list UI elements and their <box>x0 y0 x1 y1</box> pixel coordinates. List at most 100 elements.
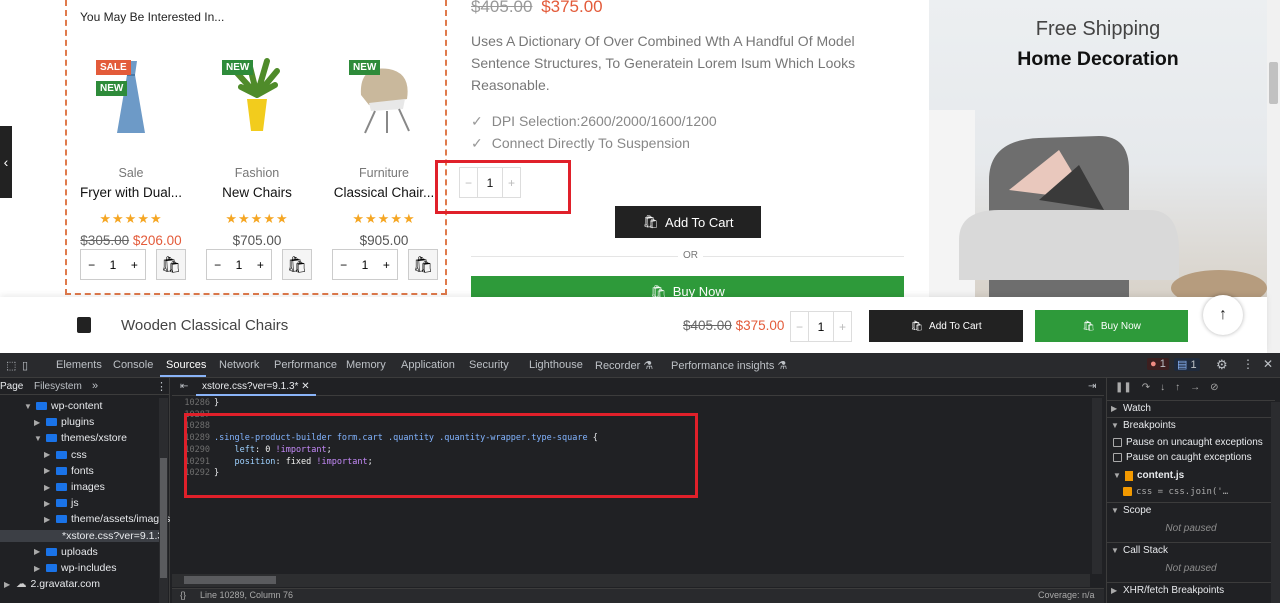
plus-icon[interactable]: + <box>834 320 851 334</box>
tree-item[interactable]: ▶ plugins <box>34 416 94 428</box>
tab-network[interactable]: Network <box>219 359 259 371</box>
product-image[interactable] <box>76 50 186 140</box>
tab-performance-insights[interactable]: Performance insights ⚗ <box>671 359 787 372</box>
deactivate-breakpoints-icon[interactable]: ⊘ <box>1210 382 1218 393</box>
page-scrollbar[interactable] <box>1267 0 1280 353</box>
tree-item[interactable]: ▶ css <box>44 449 87 461</box>
xhr-breakpoints-section[interactable]: ▶ XHR/fetch Breakpoints <box>1107 582 1275 598</box>
caret-right-icon[interactable]: ▶ <box>34 418 42 427</box>
tree-item[interactable]: ▶ theme/assets/images <box>44 513 170 525</box>
toggle-debugger-icon[interactable]: ⇥ <box>1088 381 1096 392</box>
inspect-icon[interactable]: ⬚ <box>6 359 16 372</box>
toggle-navigator-icon[interactable]: ⇤ <box>180 381 188 392</box>
add-to-cart-button[interactable]: 🛍 <box>408 249 438 280</box>
product-name[interactable]: New Chairs <box>202 185 312 200</box>
editor-tab-xstore-css[interactable]: xstore.css?ver=9.1.3* ✕ <box>196 378 316 396</box>
quantity-value[interactable]: 1 <box>808 312 834 341</box>
tree-item[interactable]: ▶ wp-includes <box>34 562 116 574</box>
checkbox[interactable] <box>1123 487 1132 496</box>
tab-console[interactable]: Console <box>113 359 153 371</box>
tab-elements[interactable]: Elements <box>56 359 102 371</box>
tab-performance[interactable]: Performance <box>274 359 337 371</box>
tab-page[interactable]: Page <box>0 381 23 392</box>
scope-section[interactable]: ▼ Scope <box>1107 502 1275 518</box>
add-to-cart-button[interactable]: 🛍 <box>282 249 312 280</box>
plus-icon[interactable]: + <box>376 258 397 272</box>
product-image[interactable] <box>202 50 312 140</box>
product-name[interactable]: Classical Chair... <box>329 185 439 200</box>
caret-right-icon[interactable]: ▶ <box>34 564 42 573</box>
editor-hscrollbar-thumb[interactable] <box>184 576 276 584</box>
caret-right-icon[interactable]: ▶ <box>34 547 42 556</box>
product-card[interactable]: NEW Furniture Classical Chair... ★★★★★ $… <box>329 50 439 248</box>
editor-hscrollbar[interactable] <box>172 574 1090 587</box>
breakpoints-section[interactable]: ▼ Breakpoints <box>1107 417 1275 433</box>
add-to-cart-button[interactable]: 🛍 Add To Cart <box>615 206 761 238</box>
breakpoint-file[interactable]: ▼ content.js <box>1113 470 1280 481</box>
product-category[interactable]: Fashion <box>202 166 312 180</box>
product-card[interactable]: SALE NEW Sale Fryer with Dual... ★★★★★ $… <box>76 50 186 248</box>
caret-right-icon[interactable]: ▶ <box>4 580 12 589</box>
quantity-value[interactable]: 1 <box>102 258 123 272</box>
prev-arrow-icon[interactable]: ‹ <box>0 126 12 198</box>
debugger-scrollbar[interactable] <box>1271 402 1280 603</box>
navigator-menu-icon[interactable]: ⋮ <box>156 380 167 393</box>
tab-lighthouse[interactable]: Lighthouse <box>529 359 583 371</box>
quantity-value[interactable]: 1 <box>354 258 375 272</box>
minus-icon[interactable]: − <box>81 258 102 272</box>
tab-application[interactable]: Application <box>401 359 455 371</box>
product-image[interactable] <box>329 50 439 140</box>
tab-memory[interactable]: Memory <box>346 359 386 371</box>
step-icon[interactable]: → <box>1190 382 1200 393</box>
sticky-buy-now-button[interactable]: 🛍 Buy Now <box>1035 310 1188 342</box>
tab-security[interactable]: Security <box>469 359 509 371</box>
step-out-icon[interactable]: ↑ <box>1175 382 1180 393</box>
checkbox[interactable] <box>1113 453 1122 462</box>
settings-gear-icon[interactable]: ⚙ <box>1216 357 1228 373</box>
caret-right-icon[interactable]: ▶ <box>44 515 52 524</box>
tree-item[interactable]: ▶ ☁ 2.gravatar.com <box>4 578 100 590</box>
quantity-value[interactable]: 1 <box>228 258 249 272</box>
breakpoint-entry[interactable]: css = css.join('…268 <box>1123 486 1280 497</box>
back-to-top-button[interactable]: ↑ <box>1203 295 1243 335</box>
product-category[interactable]: Furniture <box>329 166 439 180</box>
checkbox[interactable] <box>1113 438 1122 447</box>
page-scrollbar-thumb[interactable] <box>1269 62 1278 104</box>
tree-item[interactable]: ▶ fonts <box>44 465 94 477</box>
pause-icon[interactable]: ❚❚ <box>1115 382 1132 393</box>
caret-down-icon[interactable]: ▼ <box>34 434 42 443</box>
editor-vscrollbar[interactable] <box>1092 398 1102 574</box>
tab-filesystem[interactable]: Filesystem <box>34 381 82 392</box>
tree-item[interactable]: ▼ themes/xstore <box>34 432 127 444</box>
call-stack-section[interactable]: ▼ Call Stack <box>1107 542 1275 558</box>
quantity-stepper[interactable]: − 1 + <box>206 249 272 280</box>
error-count-badge[interactable]: ● 1 <box>1147 358 1169 370</box>
minus-icon[interactable]: − <box>333 258 354 272</box>
step-over-icon[interactable]: ↷ <box>1142 382 1150 393</box>
tab-sources[interactable]: Sources <box>166 359 206 371</box>
caret-right-icon[interactable]: ▶ <box>44 466 52 475</box>
plus-icon[interactable]: + <box>250 258 271 272</box>
quantity-stepper[interactable]: − 1 + <box>80 249 146 280</box>
tree-item[interactable]: *xstore.css?ver=9.1.3 <box>0 529 163 542</box>
step-into-icon[interactable]: ↓ <box>1160 382 1165 393</box>
promo-banner[interactable]: Free Shipping Home Decoration <box>929 0 1267 297</box>
caret-right-icon[interactable]: ▶ <box>44 499 52 508</box>
plus-icon[interactable]: + <box>124 258 145 272</box>
tree-item[interactable]: ▶ js <box>44 497 79 509</box>
watch-section[interactable]: ▶ Watch <box>1107 400 1275 416</box>
product-category[interactable]: Sale <box>76 166 186 180</box>
minus-icon[interactable]: − <box>791 320 808 334</box>
tree-scrollbar-thumb[interactable] <box>160 458 167 578</box>
caret-right-icon[interactable]: ▶ <box>44 483 52 492</box>
tree-item[interactable]: ▶ images <box>44 481 105 493</box>
more-tabs-icon[interactable]: » <box>92 380 98 392</box>
close-tab-icon[interactable]: ✕ <box>301 381 309 392</box>
add-to-cart-button[interactable]: 🛍 <box>156 249 186 280</box>
sticky-add-to-cart-button[interactable]: 🛍 Add To Cart <box>869 310 1023 342</box>
message-count-badge[interactable]: ▤ 1 <box>1174 358 1200 371</box>
minus-icon[interactable]: − <box>207 258 228 272</box>
tree-item[interactable]: ▶ uploads <box>34 546 98 558</box>
caret-down-icon[interactable]: ▼ <box>24 402 32 411</box>
pause-uncaught-checkbox[interactable]: Pause on uncaught exceptions <box>1113 437 1280 448</box>
